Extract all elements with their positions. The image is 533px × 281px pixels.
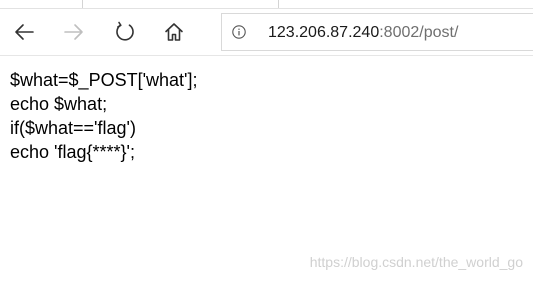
back-button[interactable]	[11, 19, 37, 45]
refresh-button[interactable]	[112, 19, 138, 45]
arrow-left-icon	[15, 24, 34, 40]
home-button[interactable]	[161, 19, 187, 45]
address-bar[interactable]: 123.206.87.240:8002/post/	[221, 13, 533, 51]
page-content: $what=$_POST['what']; echo $what; if($wh…	[10, 68, 197, 164]
forward-button[interactable]	[61, 19, 87, 45]
tab-divider	[82, 0, 83, 8]
browser-window: 123.206.87.240:8002/post/ $what=$_POST['…	[0, 0, 533, 281]
code-line: echo $what;	[10, 94, 108, 114]
url-path: :8002/post/	[379, 24, 459, 41]
url-host: 123.206.87.240	[268, 24, 380, 41]
refresh-icon	[116, 21, 134, 41]
code-line: $what=$_POST['what'];	[10, 70, 198, 90]
arrow-right-icon	[64, 24, 83, 40]
code-line: if($what=='flag')	[10, 118, 136, 138]
info-circle-icon[interactable]	[232, 25, 246, 39]
tab-divider	[278, 0, 279, 8]
home-icon	[165, 23, 183, 41]
tab-strip	[0, 0, 533, 9]
code-line: echo 'flag{****}';	[10, 142, 135, 162]
url-text[interactable]: 123.206.87.240:8002/post/	[268, 23, 458, 43]
browser-toolbar: 123.206.87.240:8002/post/	[0, 9, 533, 56]
watermark: https://blog.csdn.net/the_world_go	[309, 254, 523, 270]
